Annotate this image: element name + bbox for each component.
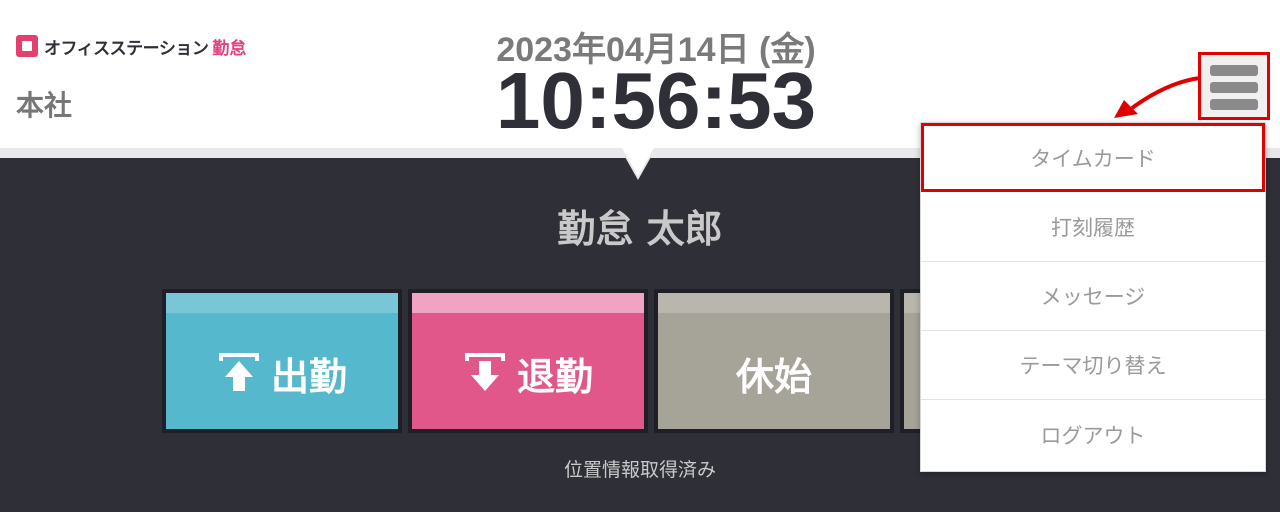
menu-item-label: テーマ切り替え (1019, 354, 1167, 378)
logo-accent: 勤怠 (212, 38, 247, 59)
clock-in-button[interactable]: 出勤 (162, 289, 402, 433)
break-start-label: 休始 (735, 354, 812, 399)
clock-out-button[interactable]: 退勤 (408, 289, 648, 433)
menu-item-logout[interactable]: ログアウト (921, 400, 1265, 469)
menu-bar-bottom (1210, 99, 1258, 110)
button-face: 出勤 (166, 313, 398, 429)
clock-out-arrow-down-icon (464, 353, 505, 391)
hamburger-menu-icon[interactable] (1198, 52, 1270, 120)
menu-item-theme[interactable]: テーマ切り替え (921, 331, 1265, 400)
app-logo[interactable]: オフィスステーション 勤怠 (16, 34, 247, 59)
menu-item-label: メッセージ (1040, 285, 1146, 309)
break-start-button[interactable]: 休始 (654, 289, 894, 433)
logo-text: オフィスステーション (44, 38, 209, 59)
menu-item-label: 打刻履歴 (1051, 216, 1135, 240)
current-time: 10:56:53 (495, 56, 817, 145)
button-cap (658, 293, 890, 313)
menu-bar-top (1210, 65, 1258, 76)
menu-item-label: タイムカード (1030, 146, 1156, 171)
clock-in-arrow-up-icon (218, 353, 259, 391)
button-face: 退勤 (412, 313, 644, 429)
header-notch-inner (622, 148, 654, 176)
menu-item-punch-history[interactable]: 打刻履歴 (921, 193, 1265, 262)
button-cap (166, 293, 398, 313)
location-status: 位置情報取得済み (563, 459, 716, 481)
menu-item-messages[interactable]: メッセージ (921, 262, 1265, 331)
logo-mark-icon (16, 35, 38, 57)
office-name: 本社 (16, 89, 73, 122)
user-name: 勤怠 太郎 (557, 207, 723, 251)
menu-item-timecard[interactable]: タイムカード (921, 123, 1265, 192)
button-face: 休始 (658, 313, 890, 429)
menu-bar-middle (1210, 82, 1258, 93)
annotation-arrow-icon (1114, 76, 1201, 118)
dropdown-menu: タイムカード 打刻履歴 メッセージ テーマ切り替え ログアウト (920, 122, 1266, 472)
button-cap (412, 293, 644, 313)
menu-item-label: ログアウト (1040, 423, 1146, 448)
clock-in-label: 出勤 (270, 354, 347, 399)
clock-out-label: 退勤 (516, 354, 593, 399)
